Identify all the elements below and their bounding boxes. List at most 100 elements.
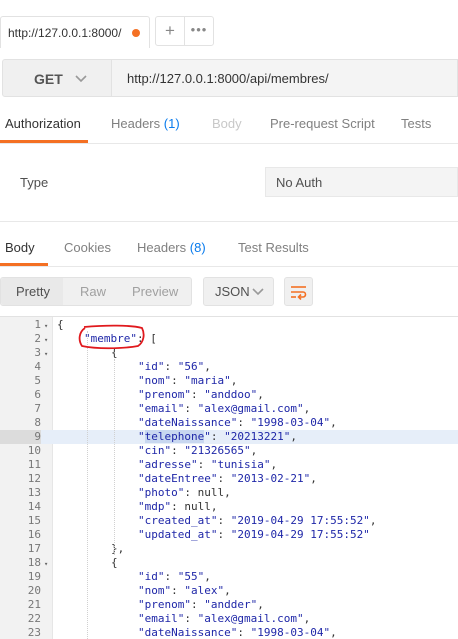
code-text: "prenom": "andder",: [138, 598, 264, 611]
code-text: "email": "alex@gmail.com",: [138, 402, 311, 415]
response-tab-body[interactable]: Body: [5, 240, 35, 255]
method-select[interactable]: GET: [2, 59, 112, 97]
response-body-editor[interactable]: 1 ▾{2 ▾ "membre": [3 ▾{4 "id": "56", 5 "nom": "…: [0, 316, 458, 639]
pretty-button[interactable]: Pretty: [16, 284, 50, 299]
response-tab-headers[interactable]: Headers (8): [137, 240, 206, 255]
line-number: 23: [27, 626, 41, 639]
tab-tests-label: Tests: [401, 116, 432, 131]
line-number: 5: [34, 374, 41, 387]
line-number: 11: [27, 458, 41, 471]
method-label: GET: [34, 71, 63, 87]
url-input-value: http://127.0.0.1:8000/api/membres/: [127, 71, 329, 86]
line-number: 17: [27, 542, 41, 555]
line-number: 22: [27, 612, 41, 625]
code-text: },: [111, 542, 125, 555]
tab-headers[interactable]: Headers (1): [111, 116, 180, 131]
chevron-down-icon: [75, 75, 87, 83]
code-line: 16 "updated_at": "2019-04-29 17:55:52": [0, 528, 458, 542]
tab-body[interactable]: Body: [212, 116, 242, 131]
code-text: "nom": "alex",: [138, 584, 231, 597]
line-number: 3: [34, 346, 41, 359]
line-number: 1: [34, 318, 41, 331]
request-tab-strip: http://127.0.0.1:8000/ + •••: [0, 0, 458, 50]
code-line: 9 "telephone": "20213221",: [0, 430, 458, 444]
tab-tests[interactable]: Tests: [401, 116, 431, 131]
code-text: "dateNaissance": "1998-03-04",: [138, 626, 337, 639]
code-text: "cin": "21326565",: [138, 444, 258, 457]
code-text: "prenom": "anddoo",: [138, 388, 264, 401]
code-line: 11 "adresse": "tunisia",: [0, 458, 458, 472]
auth-type-value: No Auth: [276, 175, 323, 190]
code-line: 22 "email": "alex@gmail.com",: [0, 612, 458, 626]
tab-headers-count: (1): [163, 116, 180, 131]
divider: [0, 266, 458, 267]
code-line: 21 "prenom": "andder",: [0, 598, 458, 612]
line-number: 14: [27, 500, 41, 513]
wrap-lines-icon: [291, 286, 307, 300]
code-line: 1 ▾ {: [0, 318, 458, 332]
fold-toggle-icon[interactable]: ▾: [44, 319, 48, 333]
line-number: 20: [27, 584, 41, 597]
code-text: "dateEntree": "2013-02-21",: [138, 472, 317, 485]
code-text: "id": "55",: [138, 570, 211, 583]
code-line: 13 "photo": null,: [0, 486, 458, 500]
format-select[interactable]: JSON: [203, 277, 274, 306]
line-number: 7: [34, 402, 41, 415]
tab-headers-label: Headers: [111, 116, 161, 131]
auth-type-label: Type: [20, 175, 49, 190]
code-line: 3 ▾{: [0, 346, 458, 360]
line-number: 12: [27, 472, 41, 485]
code-line: 4 "id": "56",: [0, 360, 458, 374]
tab-options-button[interactable]: •••: [184, 16, 214, 46]
line-number: 10: [27, 444, 41, 457]
code-line: 17},: [0, 542, 458, 556]
code-text: "telephone": "20213221",: [138, 430, 297, 443]
code-text: {: [111, 556, 118, 569]
wrap-lines-button[interactable]: [284, 277, 313, 306]
chevron-down-icon: [252, 288, 264, 296]
line-number: 18: [27, 556, 41, 569]
line-number: 8: [34, 416, 41, 429]
tab-pre-request-script[interactable]: Pre-request Script: [270, 116, 375, 131]
fold-toggle-icon[interactable]: ▾: [44, 347, 48, 361]
code-text: "photo": null,: [138, 486, 231, 499]
response-tab-test-results[interactable]: Test Results: [238, 240, 309, 255]
new-tab-button[interactable]: +: [155, 16, 185, 46]
fold-toggle-icon[interactable]: ▾: [44, 557, 48, 571]
code-text: "updated_at": "2019-04-29 17:55:52": [138, 528, 370, 541]
code-line: 15 "created_at": "2019-04-29 17:55:52",: [0, 514, 458, 528]
auth-type-select[interactable]: No Auth: [265, 167, 458, 197]
divider: [0, 143, 458, 144]
indent-guide: [87, 331, 88, 639]
raw-button[interactable]: Raw: [80, 284, 106, 299]
response-tab-test-results-label: Test Results: [238, 240, 309, 255]
code-text: {: [57, 318, 64, 331]
fold-toggle-icon[interactable]: ▾: [44, 333, 48, 347]
code-line: 12 "dateEntree": "2013-02-21",: [0, 472, 458, 486]
code-line: 6 "prenom": "anddoo",: [0, 388, 458, 402]
line-number: 21: [27, 598, 41, 611]
line-number: 15: [27, 514, 41, 527]
code-text: "email": "alex@gmail.com",: [138, 612, 311, 625]
preview-button[interactable]: Preview: [132, 284, 178, 299]
tab-pre-request-script-label: Pre-request Script: [270, 116, 375, 131]
tab-authorization[interactable]: Authorization: [5, 116, 81, 131]
response-tab-cookies-label: Cookies: [64, 240, 111, 255]
code-line: 10 "cin": "21326565",: [0, 444, 458, 458]
url-input[interactable]: http://127.0.0.1:8000/api/membres/: [112, 59, 458, 97]
hand-drawn-annotation: [78, 324, 145, 350]
code-line: 18 ▾ {: [0, 556, 458, 570]
response-tab-headers-count: (8): [189, 240, 206, 255]
response-tab-body-label: Body: [5, 240, 35, 255]
code-line: 20 "nom": "alex",: [0, 584, 458, 598]
line-number: 6: [34, 388, 41, 401]
selected-word: telephone: [144, 430, 205, 443]
code-line: 7 "email": "alex@gmail.com",: [0, 402, 458, 416]
request-tab[interactable]: http://127.0.0.1:8000/: [0, 16, 150, 48]
code-text: "created_at": "2019-04-29 17:55:52",: [138, 514, 377, 527]
code-line: 2 ▾ "membre": [: [0, 332, 458, 346]
format-label: JSON: [215, 284, 250, 299]
tab-body-label: Body: [212, 116, 242, 131]
response-tab-cookies[interactable]: Cookies: [64, 240, 111, 255]
code-line: 5 "nom": "maria",: [0, 374, 458, 388]
